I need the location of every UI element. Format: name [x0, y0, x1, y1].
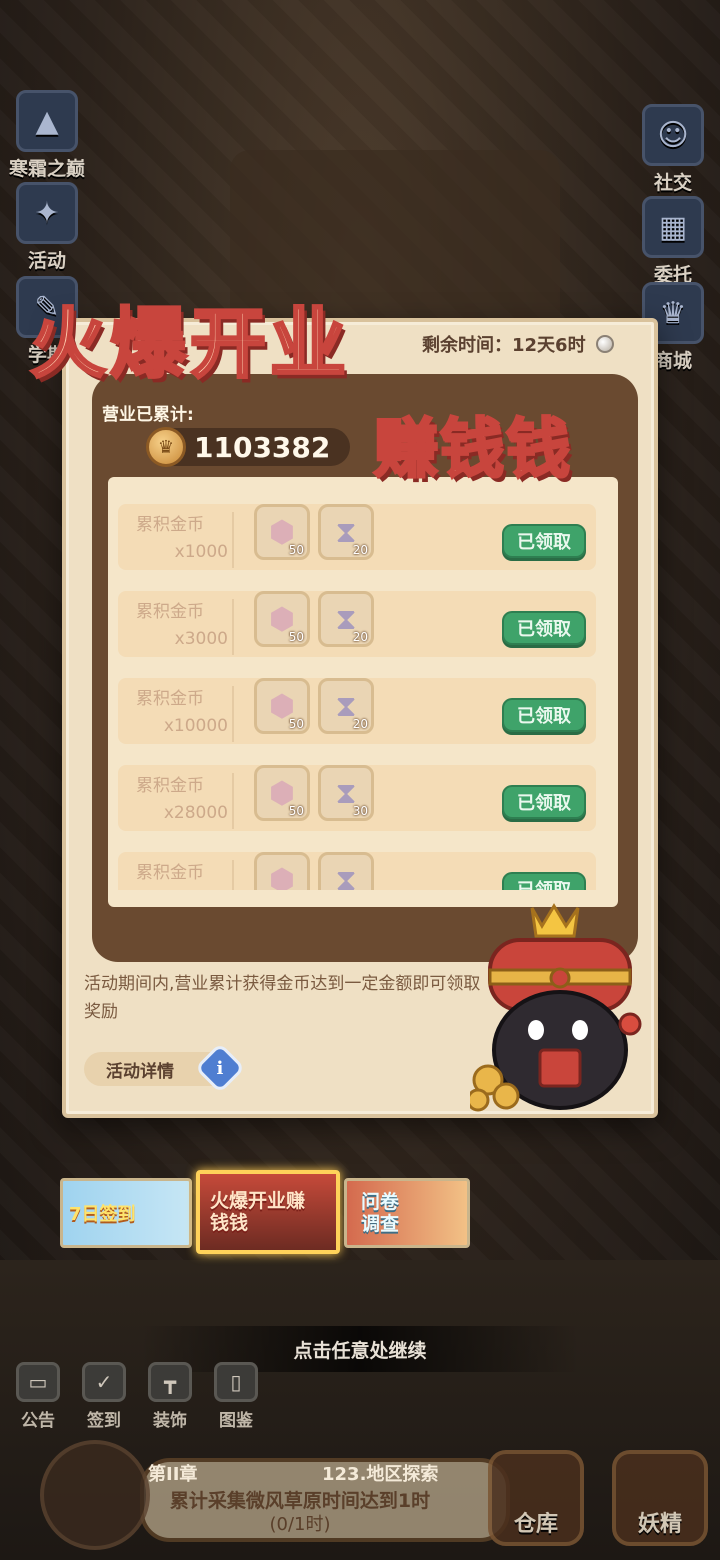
social-icon: ☺ — [642, 104, 704, 166]
reward-amount: x1000 — [174, 542, 228, 562]
reward-item-gem[interactable]: ⬢ — [254, 852, 310, 890]
tab-survey[interactable]: 问卷调查 — [344, 1178, 470, 1248]
item-count: 50 — [288, 804, 304, 818]
mountain-icon: ▲ — [16, 90, 78, 152]
tab-grand-opening[interactable]: 火爆开业赚钱钱 — [196, 1170, 340, 1254]
claimed-button[interactable]: 已领取 — [502, 785, 586, 819]
quest-book-icon — [40, 1440, 150, 1550]
reward-name: 累积金币 — [136, 515, 204, 535]
accumulated-label: 营业已累计: — [102, 405, 194, 425]
notice-button[interactable]: ▭ 公告 — [10, 1362, 66, 1431]
claimed-button[interactable]: 已领取 — [502, 872, 586, 890]
warehouse-button[interactable]: 仓库 — [488, 1450, 584, 1546]
warehouse-label: 仓库 — [513, 1512, 558, 1537]
notice-icon: ▭ — [16, 1362, 60, 1402]
reward-row: 累积金币 ⬢ ⧗ 已领取 — [118, 852, 596, 890]
gem-icon: ⬢ — [268, 862, 296, 891]
row-divider — [232, 599, 234, 655]
row-divider — [232, 773, 234, 829]
commission-icon: ▦ — [642, 196, 704, 258]
reward-row: 累积金币 x10000 ⬢ 50 ⧗ 20 已领取 — [118, 678, 596, 744]
item-count: 50 — [288, 717, 304, 731]
reward-row: 累积金币 x28000 ⬢ 50 ⧗ 30 已领取 — [118, 765, 596, 831]
fairy-button[interactable]: 妖精 — [612, 1450, 708, 1546]
remaining-time-label: 剩余时间：12天6时 — [422, 335, 586, 356]
catalog-button[interactable]: ▯ 图鉴 — [208, 1362, 264, 1431]
reward-item-gem[interactable]: ⬢ 50 — [254, 504, 310, 560]
event-icon: ✦ — [16, 182, 78, 244]
item-count: 20 — [352, 630, 368, 644]
side-button-frost-peak[interactable]: ▲ 寒霜之巅 — [2, 90, 92, 181]
quest-progress: (0/1时) — [269, 1514, 331, 1535]
item-count: 20 — [352, 717, 368, 731]
reward-item-hourglass[interactable]: ⧗ 30 — [318, 765, 374, 821]
decoration-icon: ┳ — [148, 1362, 192, 1402]
item-count: 50 — [288, 630, 304, 644]
claimed-button[interactable]: 已领取 — [502, 524, 586, 558]
reward-list[interactable]: 累积金币 x1000 ⬢ 50 ⧗ 20 已领取 累积金币 x3000 ⬢ 50… — [104, 474, 610, 890]
side-button-label: 活动 — [27, 250, 66, 272]
reward-name: 累积金币 — [136, 863, 204, 883]
accumulated-value: 1103382 — [194, 430, 331, 464]
catalog-icon: ▯ — [214, 1362, 258, 1402]
row-divider — [232, 512, 234, 568]
side-button-label: 寒霜之巅 — [8, 158, 85, 180]
claimed-button[interactable]: 已领取 — [502, 611, 586, 645]
quest-goal: 累计采集微风草原时间达到1时 — [169, 1490, 431, 1512]
event-description: 活动期间内,营业累计获得金币达到一定金额即可领取奖励 — [84, 974, 481, 1022]
reward-item-hourglass[interactable]: ⧗ 20 — [318, 504, 374, 560]
side-button-event[interactable]: ✦ 活动 — [2, 182, 92, 273]
row-divider — [232, 860, 234, 890]
side-button-social[interactable]: ☺ 社交 — [628, 104, 718, 195]
reward-item-gem[interactable]: ⬢ 50 — [254, 765, 310, 821]
tab-label: 火爆开业赚钱钱 — [210, 1190, 306, 1234]
bottom-button-label: 图鉴 — [219, 1411, 253, 1431]
row-divider — [232, 686, 234, 742]
quest-area: 123.地区探索 — [322, 1464, 439, 1485]
treasure-chest-mascot — [470, 903, 642, 1112]
reward-item-hourglass[interactable]: ⧗ — [318, 852, 374, 890]
claimed-button[interactable]: 已领取 — [502, 698, 586, 732]
bottom-button-label: 签到 — [87, 1411, 121, 1431]
accumulated-coins: ♛ 1103382 — [146, 427, 350, 467]
remaining-time: 剩余时间：12天6时 — [422, 330, 644, 358]
calendar-icon: ✓ — [82, 1362, 126, 1402]
reward-name: 累积金币 — [136, 689, 204, 709]
reward-amount: x10000 — [163, 716, 228, 736]
reward-amount: x28000 — [163, 803, 228, 823]
hourglass-icon: ⧗ — [335, 862, 357, 891]
tab-seven-day-sign-in[interactable]: 7日签到 — [60, 1178, 192, 1248]
reward-row: 累积金币 x3000 ⬢ 50 ⧗ 20 已领取 — [118, 591, 596, 657]
quest-chapter: 第II章 — [148, 1464, 198, 1485]
timer-dot-icon — [595, 335, 614, 353]
side-button-commission[interactable]: ▦ 委托 — [628, 196, 718, 287]
tab-label: 7日签到 — [69, 1204, 136, 1225]
tap-to-continue[interactable]: 点击任意处继续 — [140, 1326, 580, 1372]
coin-icon: ♛ — [146, 427, 186, 467]
item-count: 50 — [288, 543, 304, 557]
event-title: 火爆开业 — [29, 298, 350, 390]
reward-item-gem[interactable]: ⬢ 50 — [254, 678, 310, 734]
reward-name: 累积金币 — [136, 776, 204, 796]
fairy-label: 妖精 — [637, 1512, 682, 1537]
side-button-label: 社交 — [653, 172, 692, 194]
tab-label: 问卷调查 — [361, 1191, 400, 1235]
decoration-button[interactable]: ┳ 装饰 — [142, 1362, 198, 1431]
event-details-label: 活动详情 — [106, 1061, 174, 1082]
reward-item-hourglass[interactable]: ⧗ 20 — [318, 591, 374, 647]
bottom-button-label: 装饰 — [153, 1411, 187, 1431]
item-count: 30 — [352, 804, 368, 818]
bottom-button-label: 公告 — [21, 1411, 55, 1431]
reward-amount: x3000 — [174, 629, 228, 649]
reward-item-hourglass[interactable]: ⧗ 20 — [318, 678, 374, 734]
reward-name: 累积金币 — [136, 602, 204, 622]
event-details-button[interactable]: 活动详情 i — [84, 1042, 246, 1094]
item-count: 20 — [352, 543, 368, 557]
reward-item-gem[interactable]: ⬢ 50 — [254, 591, 310, 647]
sign-in-button[interactable]: ✓ 签到 — [76, 1362, 132, 1431]
reward-row: 累积金币 x1000 ⬢ 50 ⧗ 20 已领取 — [118, 504, 596, 570]
